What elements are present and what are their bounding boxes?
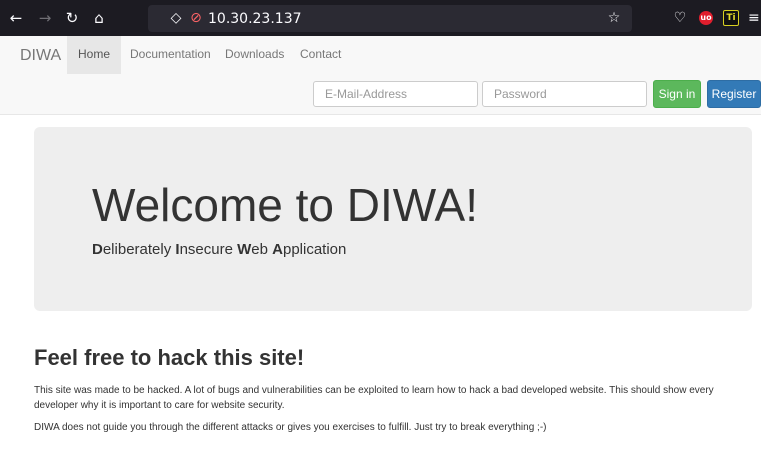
insecure-lock-icon[interactable]: ⊘	[188, 10, 204, 26]
subtitle-initial: A	[272, 241, 283, 258]
site-navbar: DIWA Home Documentation Downloads Contac…	[0, 36, 761, 115]
register-button[interactable]: Register	[707, 80, 761, 108]
ublock-origin-icon[interactable]: uo	[699, 11, 713, 25]
browser-toolbar: ← → ↻ ⌂ ◇ ⊘ 10.30.23.137 ☆ ♡ uo Ti ≡	[0, 0, 761, 36]
pocket-icon[interactable]: ♡	[671, 9, 689, 27]
brand-logo[interactable]: DIWA	[20, 47, 61, 65]
subtitle-word: eb	[251, 241, 273, 258]
address-bar[interactable]: ◇ ⊘ 10.30.23.137 ☆	[148, 5, 632, 32]
password-field[interactable]	[482, 81, 647, 107]
subtitle-word: nsecure	[179, 241, 238, 258]
nav-item-contact[interactable]: Contact	[289, 36, 352, 74]
address-text[interactable]: 10.30.23.137	[208, 11, 302, 27]
forward-arrow-icon[interactable]: →	[36, 9, 54, 27]
bookmark-star-icon[interactable]: ☆	[606, 10, 622, 26]
content-heading: Feel free to hack this site!	[34, 345, 305, 370]
subtitle-initial: D	[92, 241, 103, 258]
welcome-subtitle: Deliberately Insecure Web Application	[92, 241, 346, 258]
tracking-protection-shield-icon[interactable]: ◇	[168, 10, 184, 26]
back-arrow-icon[interactable]: ←	[7, 9, 25, 27]
intro-paragraph: This site was made to be hacked. A lot o…	[34, 385, 714, 411]
subtitle-word: pplication	[282, 241, 347, 258]
welcome-jumbotron: Welcome to DIWA! Deliberately Insecure W…	[34, 127, 752, 311]
email-field[interactable]	[313, 81, 478, 107]
home-icon[interactable]: ⌂	[90, 9, 108, 27]
subtitle-word: eliberately	[102, 241, 176, 258]
subtitle-initial: W	[237, 241, 252, 258]
extension-icon[interactable]: Ti	[723, 10, 739, 26]
hamburger-menu-icon[interactable]: ≡	[748, 9, 761, 27]
sign-in-button[interactable]: Sign in	[653, 80, 701, 108]
reload-icon[interactable]: ↻	[63, 9, 81, 27]
guide-paragraph: DIWA does not guide you through the diff…	[34, 422, 547, 433]
nav-item-home[interactable]: Home	[67, 36, 122, 74]
nav-item-downloads[interactable]: Downloads	[214, 36, 295, 74]
nav-item-documentation[interactable]: Documentation	[119, 36, 222, 74]
welcome-title: Welcome to DIWA!	[92, 179, 478, 231]
